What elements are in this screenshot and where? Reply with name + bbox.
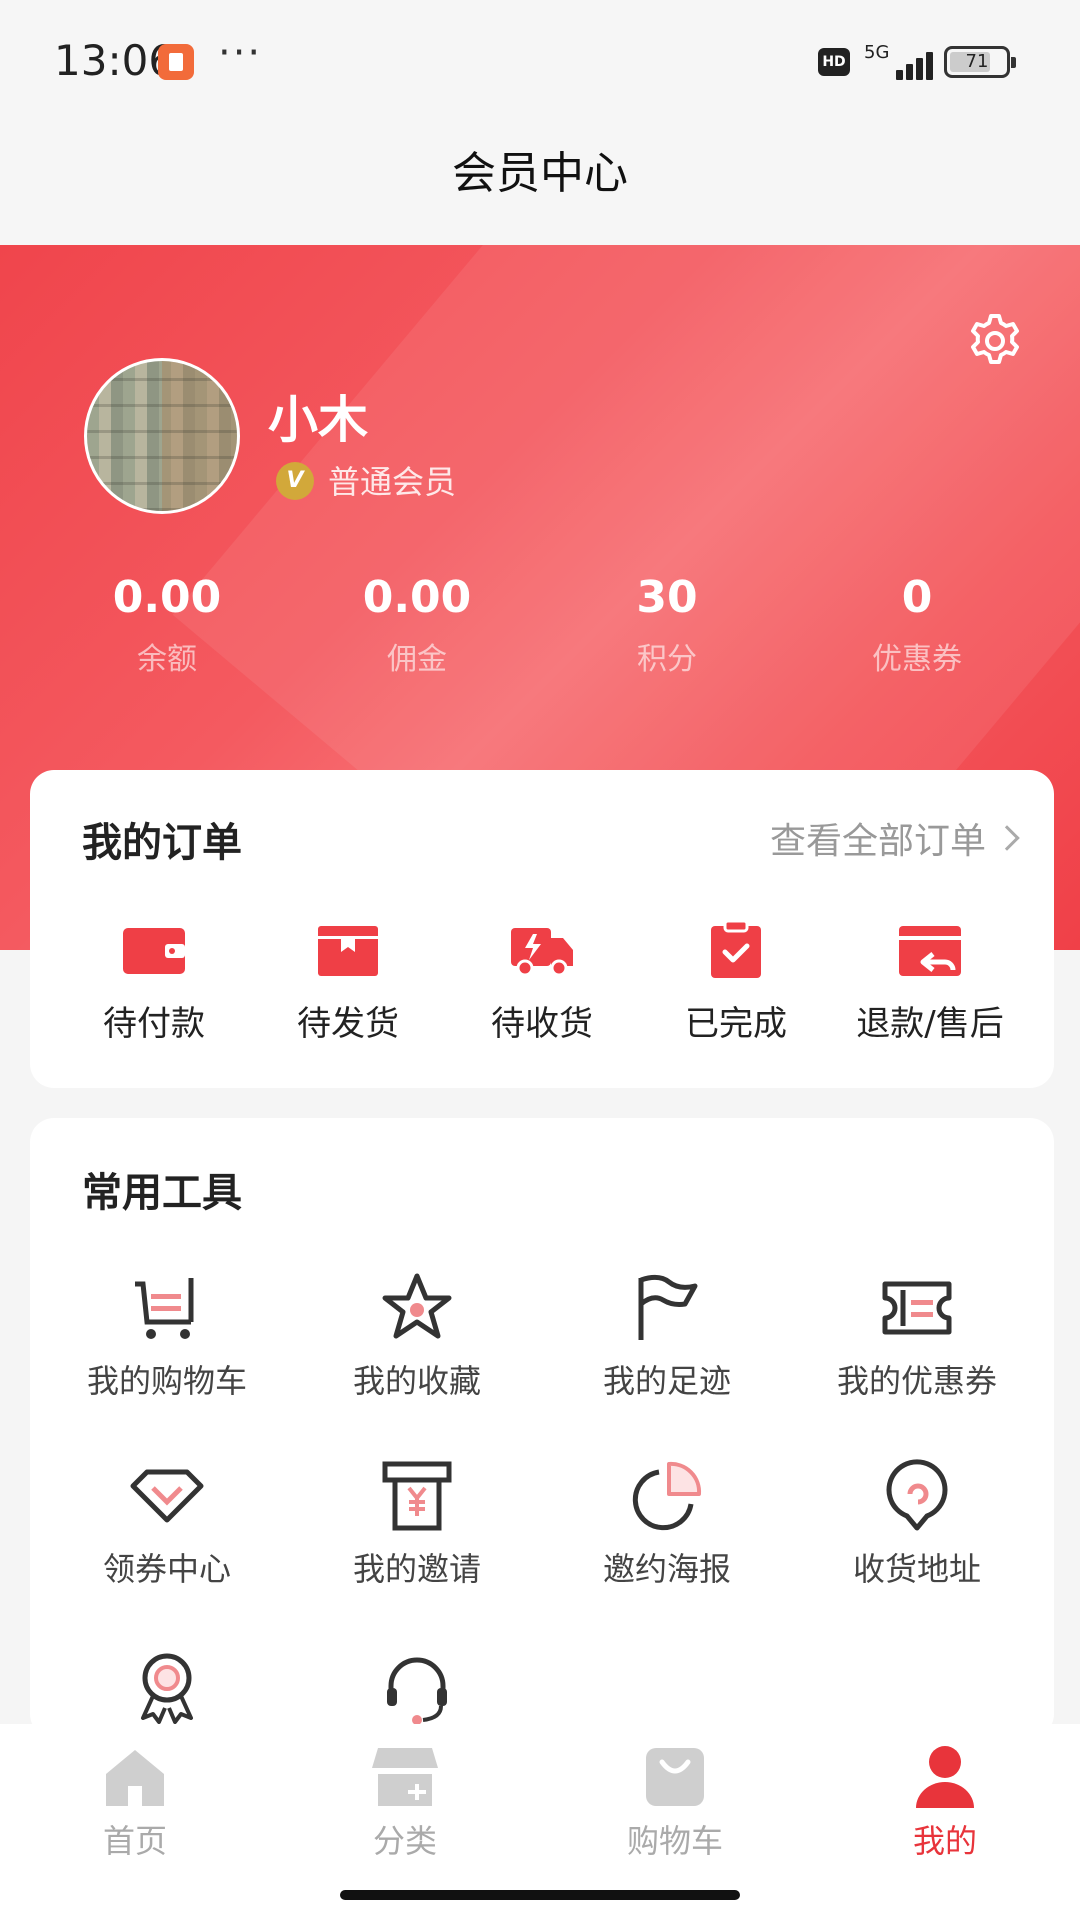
stat-value: 0.00: [112, 572, 222, 623]
tab-home[interactable]: 首页: [0, 1744, 270, 1862]
tool-label: 我的足迹: [602, 1362, 731, 1400]
yen-invite-icon: [382, 1461, 452, 1531]
tool-label: 收货地址: [852, 1550, 981, 1588]
shopping-bag-icon: [646, 1748, 704, 1806]
cart-icon: [135, 1278, 194, 1339]
avatar[interactable]: [84, 358, 240, 514]
diamond-icon: [130, 1469, 204, 1523]
delivery-truck-icon: [511, 928, 573, 977]
coupon-ticket-icon: [882, 1281, 952, 1335]
tool-my-footprints[interactable]: 我的足迹: [542, 1270, 792, 1402]
user-name: 小木: [268, 391, 368, 449]
order-pending-payment[interactable]: 待付款: [57, 920, 251, 1046]
chevron-right-icon: [994, 825, 1020, 851]
orders-title: 我的订单: [82, 820, 242, 866]
signal-icon: [870, 46, 933, 80]
tool-label: 我的优惠券: [836, 1362, 997, 1400]
tool-label: 领券中心: [102, 1550, 231, 1588]
home-icon: [106, 1750, 164, 1806]
battery-level: 71: [965, 51, 989, 72]
headset-icon: [387, 1657, 447, 1725]
tool-label: 我的邀请: [352, 1550, 481, 1588]
battery-icon: 71: [944, 46, 1016, 78]
stat-label: 佣金: [387, 642, 447, 677]
award-medal-icon: [141, 1653, 193, 1724]
location-pin-icon: [886, 1459, 948, 1531]
order-label: 待付款: [103, 1004, 205, 1044]
tab-profile[interactable]: 我的: [810, 1744, 1080, 1862]
tab-label: 首页: [102, 1822, 167, 1860]
vip-badge-icon: V: [276, 462, 314, 500]
tab-label: 我的: [912, 1822, 977, 1860]
stat-points[interactable]: 30 积分: [542, 570, 792, 680]
tools-title: 常用工具: [82, 1170, 242, 1216]
status-bar: 13:06 ··· HD 5G 71: [0, 0, 1080, 110]
gear-icon: [971, 314, 1019, 364]
page-title: 会员中心: [452, 148, 628, 199]
tool-label: 我的购物车: [86, 1362, 247, 1400]
user-icon: [916, 1746, 974, 1808]
stat-label: 优惠券: [872, 642, 962, 677]
order-completed[interactable]: 已完成: [639, 920, 833, 1046]
stat-commission[interactable]: 0.00 佣金: [292, 570, 542, 680]
store-icon: [372, 1748, 438, 1806]
tool-my-cart[interactable]: 我的购物车: [42, 1270, 292, 1402]
order-label: 待发货: [297, 1004, 399, 1044]
tool-medal[interactable]: [42, 1650, 292, 1726]
title-bar: 会员中心: [0, 110, 1080, 245]
tab-label: 分类: [372, 1822, 437, 1860]
tool-customer-service[interactable]: [292, 1650, 542, 1726]
tool-invite-poster[interactable]: 邀约海报: [542, 1458, 792, 1590]
settings-button[interactable]: [964, 310, 1026, 372]
stat-label: 余额: [137, 642, 197, 677]
order-label: 退款/售后: [856, 1004, 1004, 1044]
tool-my-coupons[interactable]: 我的优惠券: [792, 1270, 1042, 1402]
stat-value: 0: [901, 572, 933, 623]
tool-my-invitations[interactable]: 我的邀请: [292, 1458, 542, 1590]
order-label: 已完成: [685, 1004, 787, 1044]
more-notifications-icon: ···: [218, 30, 263, 76]
order-label: 待收货: [491, 1004, 593, 1044]
tools-card: 常用工具 我的购物车 我的收藏 我的足迹 我的优惠券 领券中心 我的邀请 邀约海…: [30, 1118, 1054, 1738]
pie-chart-icon: [632, 1461, 702, 1531]
home-indicator: [340, 1890, 740, 1900]
package-icon: [318, 926, 378, 976]
order-to-receive[interactable]: 待收货: [445, 920, 639, 1046]
tab-category[interactable]: 分类: [270, 1744, 540, 1862]
order-refund[interactable]: 退款/售后: [833, 920, 1027, 1046]
orders-card: 我的订单 查看全部订单 待付款 待发货 待收货 已完成 退款/售后: [30, 770, 1054, 1088]
refund-icon: [899, 926, 961, 976]
member-level: 普通会员: [328, 463, 457, 501]
tool-label: 邀约海报: [602, 1550, 731, 1588]
tab-label: 购物车: [626, 1822, 723, 1860]
flag-icon: [638, 1274, 698, 1340]
tool-my-favorites[interactable]: 我的收藏: [292, 1270, 542, 1402]
view-all-orders-link[interactable]: 查看全部订单: [769, 812, 1020, 864]
tab-cart[interactable]: 购物车: [540, 1744, 810, 1862]
order-to-ship[interactable]: 待发货: [251, 920, 445, 1046]
notification-app-icon: [158, 44, 194, 80]
star-icon: [382, 1273, 452, 1339]
stat-label: 积分: [637, 642, 697, 677]
hd-icon: HD: [818, 48, 850, 76]
status-time: 13:06: [54, 36, 176, 85]
tool-shipping-address[interactable]: 收货地址: [792, 1458, 1042, 1590]
tool-label: 我的收藏: [352, 1362, 481, 1400]
wallet-icon: [123, 928, 185, 974]
stat-coupons[interactable]: 0 优惠券: [792, 570, 1042, 680]
stat-value: 30: [636, 572, 698, 623]
tool-coupon-center[interactable]: 领券中心: [42, 1458, 292, 1590]
stat-balance[interactable]: 0.00 余额: [42, 570, 292, 680]
stat-value: 0.00: [362, 572, 472, 623]
clipboard-check-icon: [711, 920, 761, 978]
view-all-label: 查看全部订单: [769, 821, 986, 862]
